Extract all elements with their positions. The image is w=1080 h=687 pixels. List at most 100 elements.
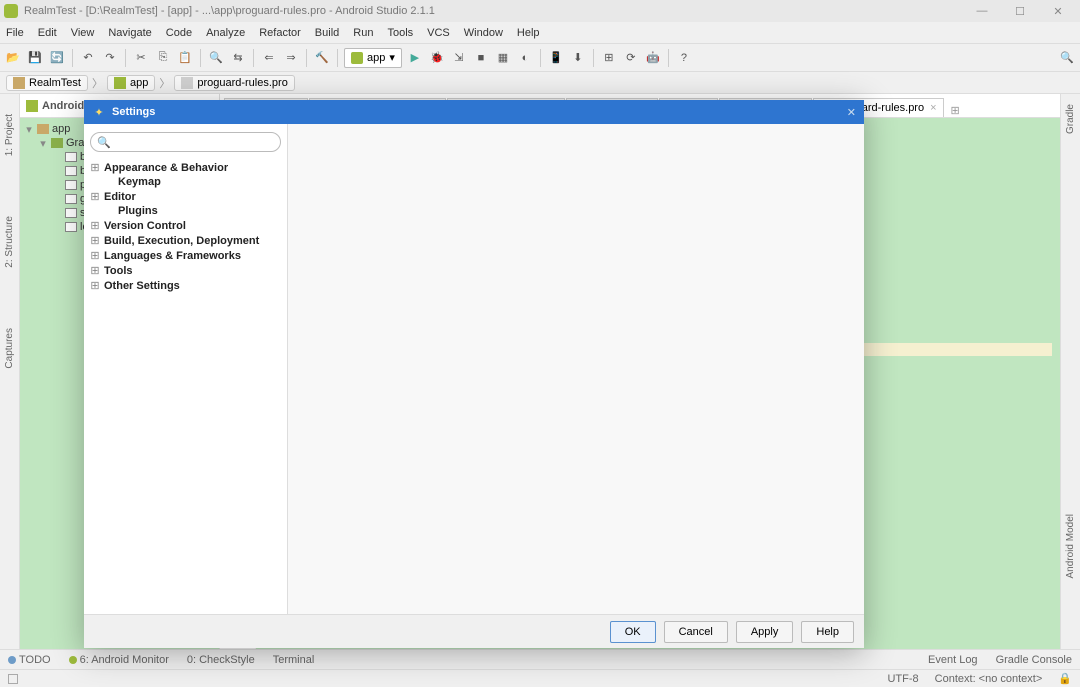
back-icon[interactable]: ⇐ (260, 49, 278, 67)
android-icon[interactable]: 🤖 (644, 49, 662, 67)
chevron-down-icon: ▾ (389, 51, 395, 64)
cancel-button[interactable]: Cancel (664, 621, 728, 643)
replace-icon[interactable]: ⇆ (229, 49, 247, 67)
android-view-icon (26, 100, 38, 112)
settings-category[interactable]: ⊞Build, Execution, Deployment (90, 233, 281, 248)
save-icon[interactable]: 💾 (26, 49, 44, 67)
menu-window[interactable]: Window (464, 27, 503, 39)
settings-category[interactable]: Plugins (90, 204, 281, 218)
status-encoding[interactable]: UTF-8 (887, 673, 918, 685)
copy-icon[interactable]: ⎘ (154, 49, 172, 67)
breadcrumb: RealmTest 〉 app 〉 proguard-rules.pro (0, 72, 1080, 94)
settings-dialog: ✦ Settings ✕ 🔍 ⊞Appearance & BehaviorKey… (84, 100, 864, 648)
module-icon (351, 52, 363, 64)
sdk-icon[interactable]: ⬇ (569, 49, 587, 67)
ok-button[interactable]: OK (610, 621, 656, 643)
settings-category[interactable]: ⊞Languages & Frameworks (90, 248, 281, 263)
menu-build[interactable]: Build (315, 27, 339, 39)
menu-view[interactable]: View (71, 27, 95, 39)
menu-file[interactable]: File (6, 27, 24, 39)
tool-checkstyle[interactable]: 0: CheckStyle (187, 654, 255, 666)
avd-icon[interactable]: 📱 (547, 49, 565, 67)
settings-category[interactable]: ⊞Tools (90, 263, 281, 278)
structure-icon[interactable]: ⊞ (600, 49, 618, 67)
help-button[interactable]: Help (801, 621, 854, 643)
crumb-project[interactable]: RealmTest (6, 75, 88, 91)
crumb-module[interactable]: app (107, 75, 155, 91)
menu-run[interactable]: Run (353, 27, 373, 39)
debug-icon[interactable]: 🐞 (428, 49, 446, 67)
tool-todo[interactable]: TODO (8, 654, 51, 666)
maximize-button[interactable]: ☐ (1010, 5, 1030, 18)
status-square-icon[interactable] (8, 674, 18, 684)
tool-project[interactable]: 1: Project (4, 114, 15, 156)
settings-category[interactable]: ⊞Version Control (90, 218, 281, 233)
coverage-icon[interactable]: ▦ (494, 49, 512, 67)
tool-structure[interactable]: 2: Structure (4, 216, 15, 268)
apply-button[interactable]: Apply (736, 621, 794, 643)
tool-eventlog[interactable]: Event Log (928, 654, 978, 666)
titlebar: RealmTest - [D:\RealmTest] - [app] - ...… (0, 0, 1080, 22)
lock-icon[interactable]: 🔒 (1058, 672, 1072, 685)
settings-icon: ✦ (92, 105, 106, 119)
find-icon[interactable]: 🔍 (207, 49, 225, 67)
undo-icon[interactable]: ↶ (79, 49, 97, 67)
settings-sidebar: 🔍 ⊞Appearance & BehaviorKeymap⊞EditorPlu… (84, 124, 288, 614)
statusbar: UTF-8 Context: <no context> 🔒 (0, 669, 1080, 687)
forward-icon[interactable]: ⇒ (282, 49, 300, 67)
run-config-label: app (367, 52, 385, 64)
tool-gradle-console[interactable]: Gradle Console (996, 654, 1072, 666)
help-icon[interactable]: ? (675, 49, 693, 67)
tool-terminal[interactable]: Terminal (273, 654, 315, 666)
settings-category[interactable]: ⊞Editor (90, 189, 281, 204)
settings-content (288, 124, 864, 614)
sync-icon[interactable]: 🔄 (48, 49, 66, 67)
tool-gradle[interactable]: Gradle (1065, 104, 1076, 134)
menu-tools[interactable]: Tools (387, 27, 413, 39)
stop-icon[interactable]: ■ (472, 49, 490, 67)
menu-analyze[interactable]: Analyze (206, 27, 245, 39)
right-tool-gutter: Gradle Android Model (1060, 94, 1080, 649)
tool-android-model[interactable]: Android Model (1065, 514, 1076, 578)
window-title: RealmTest - [D:\RealmTest] - [app] - ...… (24, 5, 972, 17)
status-context[interactable]: Context: <no context> (935, 673, 1043, 685)
dialog-title: Settings (112, 106, 847, 118)
toolbar: 📂 💾 🔄 ↶ ↷ ✂ ⎘ 📋 🔍 ⇆ ⇐ ⇒ 🔨 app ▾ ▶ 🐞 ⇲ ■ … (0, 44, 1080, 72)
dialog-close-button[interactable]: ✕ (847, 106, 856, 119)
menu-navigate[interactable]: Navigate (108, 27, 151, 39)
make-icon[interactable]: 🔨 (313, 49, 331, 67)
sync2-icon[interactable]: ⟳ (622, 49, 640, 67)
tab-close-icon[interactable]: × (930, 102, 936, 114)
search-icon: 🔍 (97, 136, 111, 149)
menubar: File Edit View Navigate Code Analyze Ref… (0, 22, 1080, 44)
menu-code[interactable]: Code (166, 27, 192, 39)
cut-icon[interactable]: ✂ (132, 49, 150, 67)
app-icon (4, 4, 18, 18)
open-icon[interactable]: 📂 (4, 49, 22, 67)
tab-split-icon[interactable]: ⊞ (951, 104, 960, 117)
left-tool-gutter: 1: Project 2: Structure Captures (0, 94, 20, 649)
profile-icon[interactable]: ◐ (516, 49, 534, 67)
run-icon[interactable]: ▶ (406, 49, 424, 67)
settings-category[interactable]: ⊞Appearance & Behavior (90, 160, 281, 175)
dialog-footer: OK Cancel Apply Help (84, 614, 864, 648)
settings-category[interactable]: ⊞Other Settings (90, 278, 281, 293)
run-config-select[interactable]: app ▾ (344, 48, 402, 68)
crumb-file[interactable]: proguard-rules.pro (174, 75, 295, 91)
attach-icon[interactable]: ⇲ (450, 49, 468, 67)
menu-refactor[interactable]: Refactor (259, 27, 301, 39)
tool-android-monitor[interactable]: 6: Android Monitor (69, 654, 169, 666)
redo-icon[interactable]: ↷ (101, 49, 119, 67)
menu-help[interactable]: Help (517, 27, 540, 39)
close-button[interactable]: ✕ (1048, 5, 1068, 18)
paste-icon[interactable]: 📋 (176, 49, 194, 67)
settings-category[interactable]: Keymap (90, 175, 281, 189)
dialog-titlebar[interactable]: ✦ Settings ✕ (84, 100, 864, 124)
menu-edit[interactable]: Edit (38, 27, 57, 39)
settings-search[interactable]: 🔍 (90, 132, 281, 152)
settings-search-input[interactable] (115, 136, 274, 148)
tool-captures[interactable]: Captures (4, 328, 15, 369)
menu-vcs[interactable]: VCS (427, 27, 450, 39)
minimize-button[interactable]: — (972, 5, 992, 18)
search-everywhere-icon[interactable]: 🔍 (1058, 49, 1076, 67)
